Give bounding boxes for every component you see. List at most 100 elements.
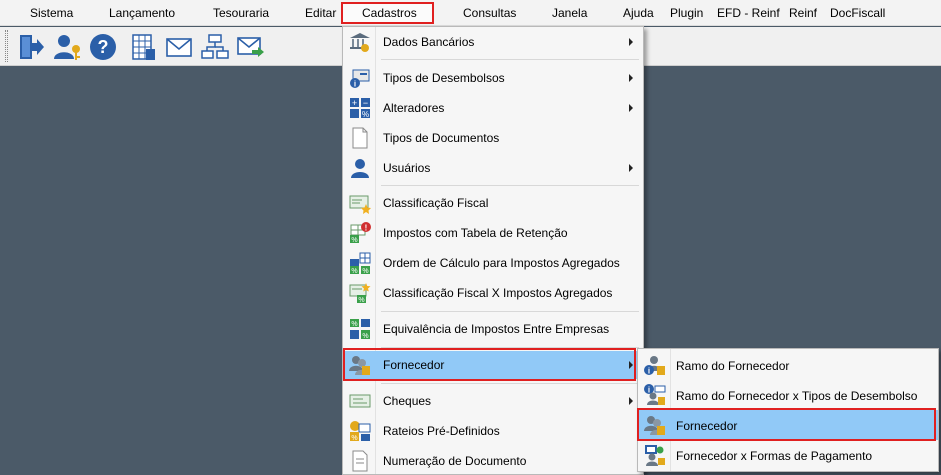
submenu-arrow-icon — [629, 104, 633, 112]
menu-plugin[interactable]: Plugin — [670, 6, 703, 20]
help-button[interactable]: ? — [86, 30, 120, 63]
menu-separator — [381, 185, 639, 186]
cadastros-menu: Dados Bancários i Tipos de Desembolsos +… — [342, 26, 644, 475]
document-icon — [352, 127, 368, 149]
svg-text:%: % — [358, 297, 364, 304]
submenu-item-label: Fornecedor — [676, 419, 738, 433]
svg-text:!: ! — [365, 224, 368, 233]
envelope-icon — [166, 37, 192, 57]
menu-sistema[interactable]: Sistema — [30, 6, 73, 20]
org-chart-button[interactable] — [198, 30, 232, 63]
menu-item-classificacao-x-impostos[interactable]: % Classificação Fiscal X Impostos Agrega… — [343, 279, 643, 307]
apportionment-icon: % — [350, 421, 371, 442]
exit-icon — [20, 34, 44, 59]
menu-editar[interactable]: Editar — [305, 6, 336, 20]
submenu-arrow-icon — [629, 397, 633, 405]
menu-bar: Sistema Lançamento Tesouraria Editar Cad… — [0, 0, 941, 26]
menu-item-label: Tipos de Desembolsos — [383, 71, 505, 85]
menu-item-label: Alteradores — [383, 101, 445, 115]
menu-item-label: Usuários — [383, 161, 431, 175]
submenu-item-label: Ramo do Fornecedor — [676, 359, 790, 373]
tax-retention-icon: % ! — [350, 222, 371, 244]
menu-item-label: Cheques — [383, 394, 432, 408]
menu-item-label: Ordem de Cálculo para Impostos Agregados — [383, 256, 620, 270]
svg-text:%: % — [362, 268, 368, 274]
svg-text:%: % — [362, 333, 368, 340]
menu-item-label: Impostos com Tabela de Retenção — [383, 226, 568, 240]
svg-text:+: + — [352, 98, 357, 108]
menu-efd-reinf[interactable]: EFD - Reinf — [717, 6, 780, 20]
submenu-arrow-icon — [629, 361, 633, 369]
menu-item-usuarios[interactable]: Usuários — [343, 154, 643, 182]
menu-item-tipos-documentos[interactable]: Tipos de Documentos — [343, 124, 643, 152]
menu-item-dados-bancarios[interactable]: Dados Bancários — [343, 28, 643, 56]
svg-text:%: % — [351, 435, 357, 442]
menu-reinf[interactable]: Reinf — [789, 6, 817, 20]
disbursement-types-icon: i — [350, 69, 370, 89]
calculator-sheet-button[interactable] — [126, 30, 160, 63]
svg-text:%: % — [351, 237, 357, 244]
svg-text:i: i — [648, 386, 650, 395]
supplier-branch-disbursement-icon: i — [644, 384, 666, 405]
menu-item-label: Classificação Fiscal X Impostos Agregado… — [383, 286, 613, 300]
tax-equivalence-icon: % % — [350, 319, 370, 340]
menu-separator — [381, 311, 639, 312]
menu-item-rateios[interactable]: % Rateios Pré-Definidos — [343, 417, 643, 445]
cheque-icon — [349, 394, 371, 408]
submenu-item-ramo-fornecedor-desembolso[interactable]: i Ramo do Fornecedor x Tipos de Desembol… — [638, 380, 938, 410]
menu-item-label: Tipos de Documentos — [383, 131, 500, 145]
supplier-icon — [349, 356, 370, 375]
user-key-icon — [54, 34, 80, 60]
submenu-arrow-icon — [629, 38, 633, 46]
menu-item-impostos-tabela-retencao[interactable]: % ! Impostos com Tabela de Retenção — [343, 219, 643, 247]
help-icon: ? — [90, 33, 116, 60]
envelope-button[interactable] — [162, 30, 196, 63]
submenu-item-fornecedor[interactable]: Fornecedor — [638, 410, 938, 440]
document-numbering-icon — [352, 450, 368, 472]
menu-item-label: Rateios Pré-Definidos — [383, 424, 500, 438]
menu-ajuda[interactable]: Ajuda — [623, 6, 654, 20]
menu-docfiscall[interactable]: DocFiscall — [830, 6, 885, 20]
menu-janela[interactable]: Janela — [552, 6, 587, 20]
svg-text:i: i — [354, 80, 356, 89]
submenu-arrow-icon — [629, 74, 633, 82]
supplier-payment-icon — [645, 445, 665, 466]
submenu-item-ramo-fornecedor[interactable]: i Ramo do Fornecedor — [638, 350, 938, 380]
mail-forward-icon — [237, 36, 264, 57]
svg-text:%: % — [362, 110, 369, 119]
menu-item-fornecedor[interactable]: Fornecedor — [343, 351, 643, 379]
user-key-button[interactable] — [50, 30, 84, 63]
svg-text:i: i — [648, 367, 650, 376]
menu-separator — [381, 59, 639, 60]
menu-item-label: Equivalência de Impostos Entre Empresas — [383, 322, 610, 336]
toolbar-grip[interactable] — [5, 30, 8, 62]
svg-text:?: ? — [98, 37, 109, 57]
submenu-item-label: Ramo do Fornecedor x Tipos de Desembolso — [676, 389, 918, 403]
svg-text:−: − — [363, 98, 368, 108]
svg-text:%: % — [351, 321, 357, 328]
menu-separator — [381, 383, 639, 384]
menu-item-ordem-calculo[interactable]: % % Ordem de Cálculo para Impostos Agreg… — [343, 249, 643, 277]
menu-item-numeracao-documento[interactable]: Numeração de Documento — [343, 447, 643, 475]
menu-item-classificacao-fiscal[interactable]: Classificação Fiscal — [343, 189, 643, 217]
fiscal-classification-icon — [349, 195, 371, 214]
menu-lancamento[interactable]: Lançamento — [109, 6, 175, 20]
menu-item-label: Fornecedor — [383, 358, 445, 372]
menu-item-label: Numeração de Documento — [383, 454, 527, 468]
menu-tesouraria[interactable]: Tesouraria — [213, 6, 269, 20]
menu-cadastros[interactable]: Cadastros — [362, 6, 417, 20]
menu-item-label: Dados Bancários — [383, 35, 475, 49]
menu-item-equivalencia-impostos[interactable]: % % Equivalência de Impostos Entre Empre… — [343, 315, 643, 343]
submenu-item-fornecedor-formas-pagamento[interactable]: Fornecedor x Formas de Pagamento — [638, 440, 938, 470]
mail-forward-button[interactable] — [234, 30, 268, 63]
submenu-arrow-icon — [629, 164, 633, 172]
fiscal-tax-link-icon: % — [349, 283, 371, 304]
menu-separator — [381, 347, 639, 348]
fornecedor-submenu: i Ramo do Fornecedor i Ramo do Fornecedo… — [637, 348, 939, 472]
menu-item-cheques[interactable]: Cheques — [343, 387, 643, 415]
menu-item-alteradores[interactable]: + − % Alteradores — [343, 94, 643, 122]
supplier-branch-icon: i — [644, 356, 665, 376]
menu-consultas[interactable]: Consultas — [463, 6, 516, 20]
exit-button[interactable] — [14, 30, 48, 63]
menu-item-tipos-desembolsos[interactable]: i Tipos de Desembolsos — [343, 64, 643, 92]
